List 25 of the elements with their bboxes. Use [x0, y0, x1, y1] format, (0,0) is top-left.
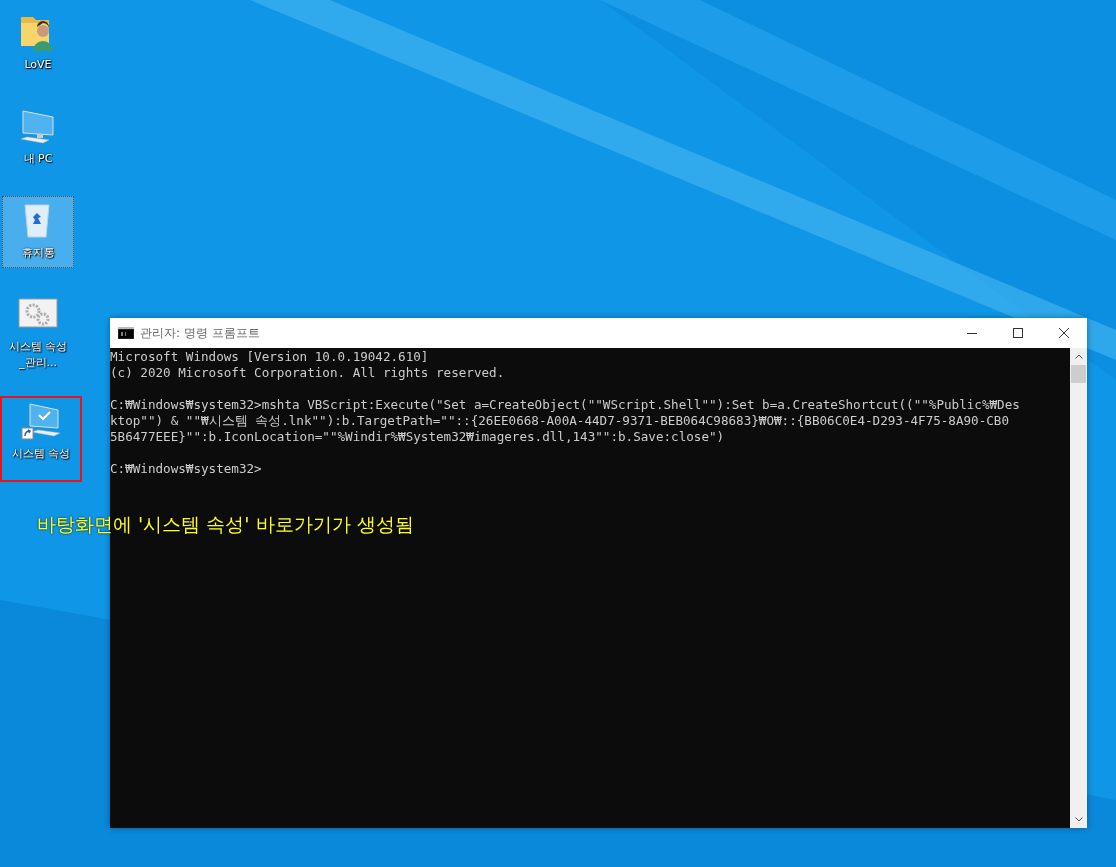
- console-line: C:₩Windows₩system32>: [110, 461, 263, 477]
- scrollbar[interactable]: [1070, 348, 1087, 828]
- desktop-icon[interactable]: 휴지통: [2, 196, 74, 268]
- console-line: (c) 2020 Microsoft Corporation. All rights reserved.: [110, 365, 506, 381]
- scroll-thumb[interactable]: [1071, 365, 1086, 383]
- desktop-icon[interactable]: 시스템 속성: [0, 396, 82, 482]
- console-icon: [118, 327, 134, 339]
- console-line: ktop"") & ""₩시스템 속성.lnk""):b.TargetPath=""::{26EE0668-A00A-44D7-9371-BEB064C98683}₩O₩::{BB06C0E4-D293-4F75-8A90-CB0: [110, 413, 1011, 429]
- computer-check-icon: [20, 400, 62, 442]
- icon-label: 시스템 속성_관리...: [8, 339, 68, 371]
- console-line: 5B6477EEE}"":b.IconLocation=""%Windir%₩System32₩imageres.dll,143"":b.Save:close"): [110, 429, 726, 445]
- icon-label: 내 PC: [22, 151, 54, 167]
- close-icon: [1059, 328, 1069, 338]
- maximize-icon: [1013, 328, 1023, 338]
- window-title: 관리자: 명령 프롬프트: [140, 324, 260, 342]
- scroll-down-icon[interactable]: [1074, 817, 1083, 822]
- desktop-icon[interactable]: LoVE: [2, 8, 74, 80]
- desktop-icon[interactable]: 시스템 속성_관리...: [2, 290, 74, 374]
- scroll-up-icon[interactable]: [1074, 354, 1083, 359]
- icon-label: LoVE: [23, 57, 53, 73]
- console-line: C:₩Windows₩system32>mshta VBScript:Execute("Set a=CreateObject(""WScript.Shell""):Set b=a.CreateShortcut((""%Public%₩Des: [110, 397, 1021, 413]
- icon-label: 휴지통: [20, 245, 56, 261]
- desktop-icon[interactable]: 내 PC: [2, 102, 74, 174]
- console-line: Microsoft Windows [Version 10.0.19042.610]: [110, 349, 430, 365]
- icon-label: 시스템 속성: [11, 446, 71, 462]
